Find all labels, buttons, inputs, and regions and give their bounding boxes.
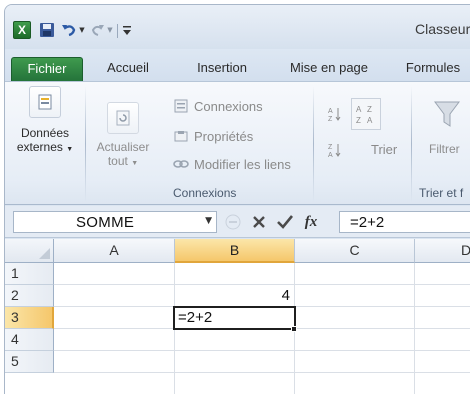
select-all-corner[interactable]: [5, 239, 54, 263]
cell-b3-active[interactable]: =2+2: [173, 306, 296, 330]
svg-text:Z: Z: [328, 144, 333, 151]
external-data-button[interactable]: Données externes ▼: [9, 86, 81, 157]
excel-window: X ▼ ▼ Classeur Fichier Accueil Insertion…: [4, 4, 470, 394]
filter-funnel-icon: [431, 98, 463, 130]
row-header-4[interactable]: 4: [5, 329, 54, 351]
sort-az-icon: AZ: [327, 106, 343, 122]
fill-handle[interactable]: [291, 326, 297, 332]
tab-mise-en-page[interactable]: Mise en page: [273, 57, 385, 81]
tab-accueil[interactable]: Accueil: [85, 57, 171, 81]
column-header-a[interactable]: A: [54, 239, 175, 263]
properties-button: Propriétés: [173, 128, 253, 144]
tab-insertion[interactable]: Insertion: [175, 57, 269, 81]
group-separator: [313, 86, 314, 202]
save-icon[interactable]: [39, 22, 55, 38]
formula-buttons: fx: [221, 211, 339, 233]
formula-bar: SOMME ▼ fx =2+2: [5, 206, 470, 238]
svg-text:A: A: [356, 105, 362, 114]
svg-text:Z: Z: [356, 116, 361, 125]
ribbon: Données externes ▼ Actualiser tout ▼ Con…: [5, 81, 470, 205]
properties-label: Propriétés: [194, 128, 254, 144]
gridline: [54, 372, 470, 373]
cell-b2[interactable]: 4: [175, 285, 294, 307]
fx-label: fx: [304, 213, 318, 230]
svg-text:A: A: [328, 108, 333, 115]
group-separator: [411, 86, 412, 202]
sort-dialog-icon: AZZA: [351, 98, 381, 130]
tab-fichier[interactable]: Fichier: [11, 57, 83, 81]
name-box-value: SOMME: [76, 214, 135, 231]
connections-group-label: Connexions: [173, 186, 237, 200]
row-header-3[interactable]: 3: [5, 307, 54, 329]
formula-input[interactable]: =2+2: [339, 211, 470, 233]
gridline: [414, 263, 415, 394]
sort-ascending-button: AZ: [327, 106, 343, 122]
row-header-5[interactable]: 5: [5, 351, 54, 373]
tab-formules[interactable]: Formules: [391, 57, 470, 81]
connections-label: Connexions: [194, 98, 263, 114]
excel-logo-icon[interactable]: X: [13, 21, 31, 39]
refresh-label-2: tout ▼: [107, 154, 139, 168]
enter-checkmark-icon[interactable]: [275, 212, 295, 232]
external-data-icon: [29, 86, 61, 118]
connections-icon: [173, 98, 189, 114]
filter-label: Filtrer: [429, 142, 460, 156]
column-header-c[interactable]: C: [295, 239, 415, 263]
group-separator: [85, 86, 86, 202]
spreadsheet-grid: A B C D 1 2 3 4 5 4 =2+2: [5, 239, 470, 394]
edit-links-button: Modifier les liens: [173, 156, 291, 172]
svg-text:Z: Z: [328, 116, 333, 122]
sort-za-icon: ZA: [327, 142, 343, 158]
ribbon-tabs: Fichier Accueil Insertion Mise en page F…: [5, 49, 470, 81]
external-data-label-2: externes ▼: [16, 140, 74, 154]
toolbar-separator: [117, 24, 118, 38]
row-header-2[interactable]: 2: [5, 285, 54, 307]
refresh-label-1: Actualiser: [96, 140, 150, 154]
redo-icon: [91, 22, 105, 38]
filter-button: Filtrer: [419, 98, 470, 156]
sort-button: Trier: [371, 142, 397, 157]
row-header-1[interactable]: 1: [5, 263, 54, 285]
formula-input-value: =2+2: [350, 214, 385, 231]
chain-link-icon: [173, 156, 189, 172]
refresh-all-button: Actualiser tout ▼: [89, 102, 157, 171]
cancel-icon[interactable]: [249, 212, 269, 232]
sort-label: Trier: [371, 142, 398, 157]
edit-links-label: Modifier les liens: [194, 156, 291, 172]
svg-text:A: A: [367, 116, 373, 125]
svg-text:A: A: [328, 152, 333, 158]
column-header-b[interactable]: B: [175, 239, 295, 263]
gridline: [54, 350, 470, 351]
title-bar: X ▼ ▼ Classeur: [5, 5, 470, 49]
redo-dropdown-icon: ▼: [107, 26, 113, 34]
name-box-dropdown-icon[interactable]: ▼: [205, 216, 212, 226]
customize-toolbar-icon[interactable]: [122, 22, 132, 38]
undo-dropdown-icon[interactable]: ▼: [78, 22, 86, 38]
connections-button: Connexions: [173, 98, 263, 114]
external-data-label-1: Données: [20, 126, 70, 140]
insert-function-icon[interactable]: fx: [301, 212, 321, 232]
window-title: Classeur: [415, 21, 470, 37]
refresh-icon: [107, 102, 139, 134]
undo-icon[interactable]: [61, 22, 77, 38]
name-box[interactable]: SOMME ▼: [13, 211, 217, 233]
sort-filter-group-label: Trier et f: [419, 186, 464, 200]
sort-descending-button: ZA: [327, 142, 343, 158]
properties-icon: [173, 128, 189, 144]
svg-text:Z: Z: [367, 105, 372, 114]
column-header-d[interactable]: D: [415, 239, 470, 263]
function-dropdown-icon[interactable]: [223, 212, 243, 232]
